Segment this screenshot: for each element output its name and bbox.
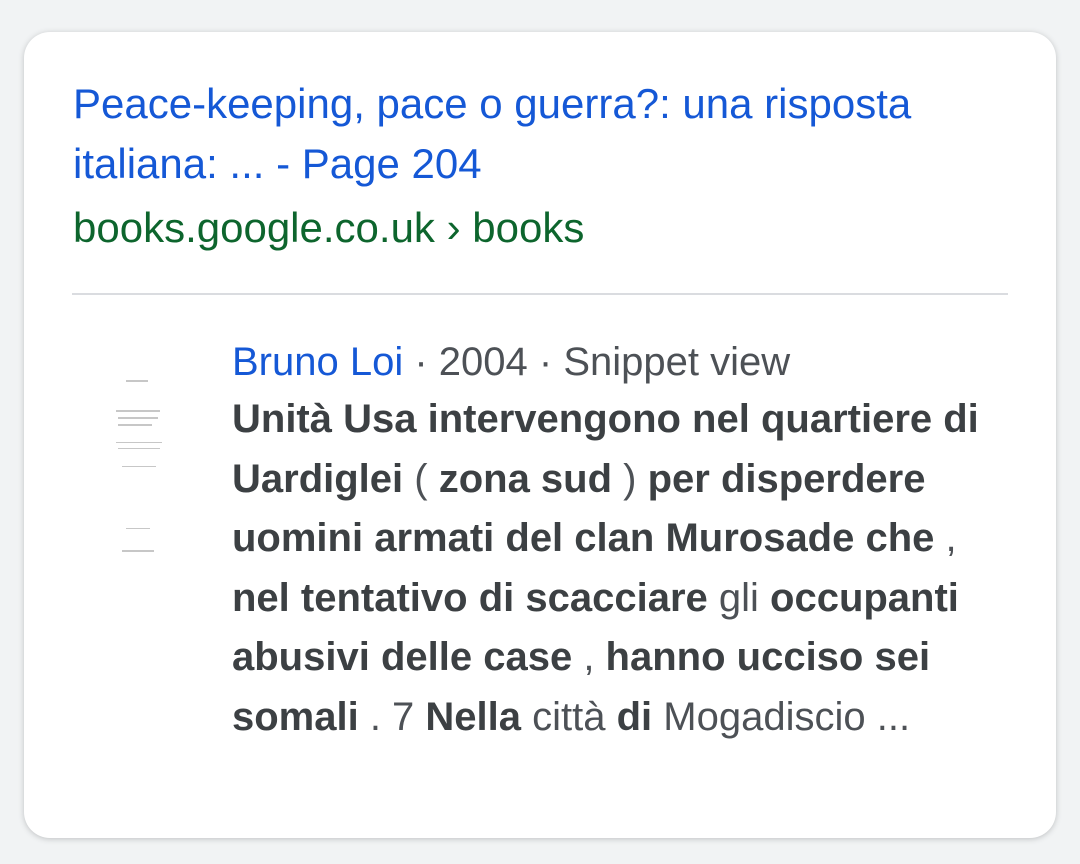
- snippet-text: città: [521, 694, 617, 739]
- divider: [72, 293, 1008, 295]
- snippet-text: ,: [572, 635, 606, 680]
- snippet-text: gli: [707, 575, 771, 620]
- snippet-text: . 7: [358, 694, 426, 739]
- result-snippet: Unità Usa intervengono nel quartiere di …: [232, 390, 1022, 748]
- view-type: Snippet view: [563, 340, 791, 384]
- snippet-text: Mogadiscio ...: [652, 694, 911, 739]
- meta-separator: ·: [403, 340, 439, 384]
- snippet-text: ,: [934, 516, 957, 561]
- snippet-text: ): [612, 456, 648, 501]
- publication-year: 2004: [438, 340, 528, 384]
- search-result-card: Peace-keeping, pace o guerra?: una rispo…: [24, 32, 1056, 838]
- result-breadcrumb[interactable]: books.google.co.uk › books: [73, 200, 584, 256]
- result-meta: Bruno Loi · 2004 · Snippet view: [232, 334, 790, 390]
- meta-separator: ·: [527, 340, 564, 384]
- author-link[interactable]: Bruno Loi: [232, 340, 403, 384]
- result-title-link[interactable]: Peace-keeping, pace o guerra?: una rispo…: [73, 74, 1023, 194]
- snippet-highlight: zona sud: [438, 456, 613, 501]
- snippet-highlight: nel tentativo di scacciare: [232, 575, 708, 620]
- snippet-text: (: [403, 456, 439, 501]
- snippet-highlight: di: [616, 694, 653, 739]
- snippet-highlight: Nella: [425, 694, 522, 739]
- book-cover-thumbnail[interactable]: [104, 360, 172, 570]
